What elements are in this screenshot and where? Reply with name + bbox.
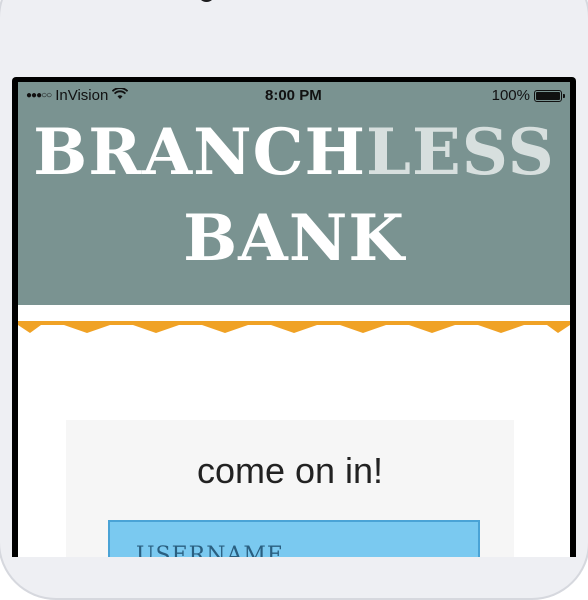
username-input[interactable] xyxy=(108,520,480,557)
status-time: 8:00 PM xyxy=(265,87,322,104)
header-banner: ●●●○○ InVision 8:00 PM 100% BRANCHLESS B… xyxy=(18,82,570,305)
status-right: 100% xyxy=(491,87,565,104)
brand-word-bank: BANK xyxy=(183,201,405,276)
phone-screen: ●●●○○ InVision 8:00 PM 100% BRANCHLESS B… xyxy=(12,77,576,557)
brand-word-less: LESS xyxy=(366,115,555,190)
brand-logo: BRANCHLESS BANK xyxy=(18,110,570,282)
app-view: ●●●○○ InVision 8:00 PM 100% BRANCHLESS B… xyxy=(18,82,570,557)
carrier-name: InVision xyxy=(55,87,109,104)
signal-strength-icon: ●●●○○ xyxy=(26,90,52,101)
status-bar: ●●●○○ InVision 8:00 PM 100% xyxy=(18,82,570,108)
battery-icon xyxy=(534,89,565,102)
front-camera xyxy=(198,0,215,2)
zigzag-divider xyxy=(18,305,570,333)
brand-word-branch: BRANCH xyxy=(33,115,367,190)
login-card: come on in! xyxy=(66,420,514,557)
wifi-icon xyxy=(112,87,129,104)
login-greeting: come on in! xyxy=(196,450,384,491)
status-left: ●●●○○ InVision xyxy=(26,87,129,104)
battery-percent: 100% xyxy=(491,87,530,104)
